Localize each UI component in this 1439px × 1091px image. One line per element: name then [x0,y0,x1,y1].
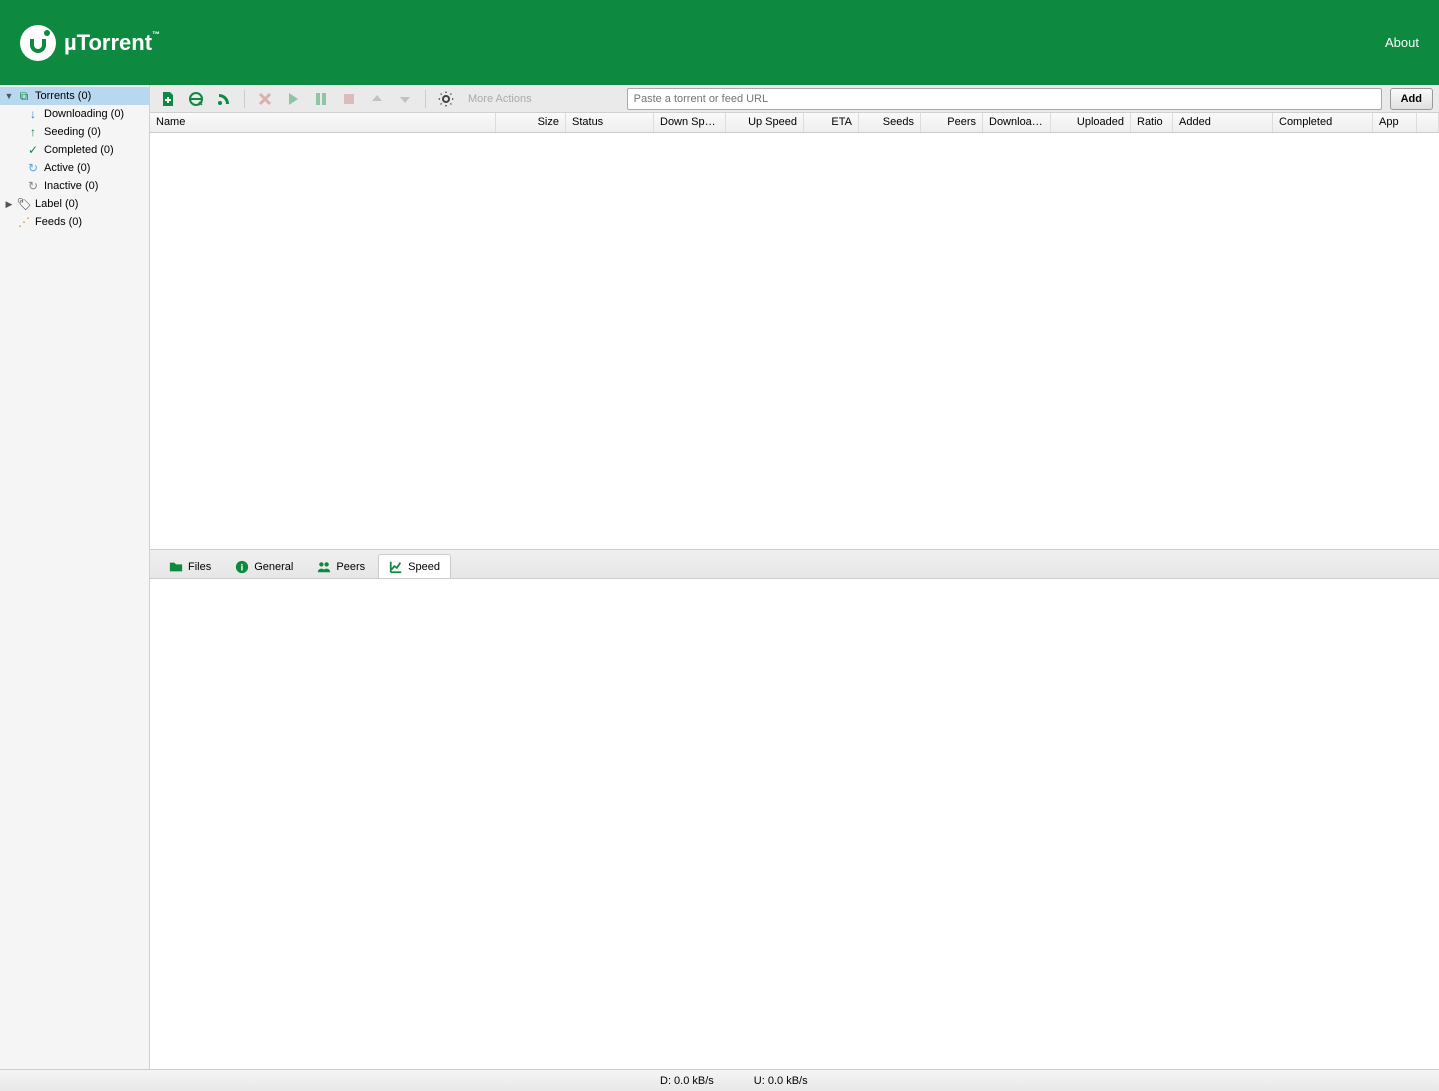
upload-arrow-icon: ↑ [26,125,40,139]
tab-peers[interactable]: Peers [306,554,376,578]
column-seeds[interactable]: Seeds [859,113,921,132]
detail-tabs: Files i General Peers Speed [150,549,1439,579]
content-area: More Actions Add Name Size Status Down S… [150,85,1439,1069]
column-added[interactable]: Added [1173,113,1273,132]
utorrent-logo-icon [20,25,56,61]
folder-icon [169,560,183,574]
add-button[interactable]: Add [1390,88,1433,110]
tag-icon: 🏷 [17,197,31,211]
sidebar-item-label: Downloading (0) [44,108,124,120]
sidebar-item-label-group[interactable]: ▶ 🏷 Label (0) [0,195,149,213]
column-app[interactable]: App [1373,113,1417,132]
link-add-icon [188,91,204,107]
column-downloaded[interactable]: Downloa… [983,113,1051,132]
tab-label: Peers [336,561,365,573]
rss-icon: ⋰ [17,215,31,229]
column-peers[interactable]: Peers [921,113,983,132]
sidebar-item-downloading[interactable]: ↓ Downloading (0) [0,105,149,123]
tab-label: Speed [408,561,440,573]
sidebar-item-label: Inactive (0) [44,180,98,192]
column-completed[interactable]: Completed [1273,113,1373,132]
play-icon [285,91,301,107]
stop-button[interactable] [337,88,361,110]
column-ratio[interactable]: Ratio [1131,113,1173,132]
gear-icon [438,91,454,107]
pause-button[interactable] [309,88,333,110]
app-logo: µTorrent™ [20,25,160,61]
chevron-down-icon [397,91,413,107]
expand-toggle-icon[interactable]: ▶ [4,199,14,209]
inactive-icon: ↻ [26,179,40,193]
tab-files[interactable]: Files [158,554,222,578]
sidebar-item-completed[interactable]: ✓ Completed (0) [0,141,149,159]
sidebar-item-seeding[interactable]: ↑ Seeding (0) [0,123,149,141]
column-size[interactable]: Size [496,113,566,132]
sidebar-item-label: Feeds (0) [35,216,82,228]
stop-icon [341,91,357,107]
rss-add-icon [216,91,232,107]
toolbar: More Actions Add [150,85,1439,113]
chevron-up-icon [369,91,385,107]
add-torrent-url-button[interactable] [184,88,208,110]
logo-text: µTorrent™ [64,30,160,56]
column-spacer [1417,113,1439,132]
peers-icon [317,560,331,574]
tab-speed[interactable]: Speed [378,554,451,578]
chart-icon [389,560,403,574]
toolbar-divider [425,90,426,108]
column-uploaded[interactable]: Uploaded [1051,113,1131,132]
torrent-url-input[interactable] [627,88,1382,110]
sidebar-item-feeds[interactable]: ⋰ Feeds (0) [0,213,149,231]
torrents-icon: ⧉ [17,89,31,103]
tab-general[interactable]: i General [224,554,304,578]
sidebar-item-label: Active (0) [44,162,90,174]
remove-icon [257,91,273,107]
spacer [4,217,14,227]
start-button[interactable] [281,88,305,110]
add-torrent-file-button[interactable] [156,88,180,110]
sidebar-item-label: Seeding (0) [44,126,101,138]
file-add-icon [160,91,176,107]
torrent-table-header: Name Size Status Down Sp… Up Speed ETA S… [150,113,1439,133]
column-status[interactable]: Status [566,113,654,132]
move-up-button[interactable] [365,88,389,110]
add-rss-button[interactable] [212,88,236,110]
info-icon: i [235,560,249,574]
status-bar: D: 0.0 kB/s U: 0.0 kB/s [0,1069,1439,1091]
sidebar-item-label: Completed (0) [44,144,114,156]
toolbar-divider [244,90,245,108]
expand-toggle-icon[interactable]: ▼ [4,91,14,101]
column-up-speed[interactable]: Up Speed [726,113,804,132]
pause-icon [313,91,329,107]
active-icon: ↻ [26,161,40,175]
column-eta[interactable]: ETA [804,113,859,132]
status-download-speed: D: 0.0 kB/s [660,1075,714,1087]
settings-button[interactable] [434,88,458,110]
sidebar-item-active[interactable]: ↻ Active (0) [0,159,149,177]
status-upload-speed: U: 0.0 kB/s [754,1075,808,1087]
tab-label: Files [188,561,211,573]
more-actions-label[interactable]: More Actions [468,93,532,105]
column-name[interactable]: Name [150,113,496,132]
download-arrow-icon: ↓ [26,107,40,121]
torrent-list[interactable] [150,133,1439,549]
sidebar-item-inactive[interactable]: ↻ Inactive (0) [0,177,149,195]
sidebar-item-label: Torrents (0) [35,90,91,102]
svg-text:i: i [241,562,244,573]
app-header: µTorrent™ About [0,0,1439,85]
column-down-speed[interactable]: Down Sp… [654,113,726,132]
sidebar-item-label: Label (0) [35,198,78,210]
move-down-button[interactable] [393,88,417,110]
sidebar: ▼ ⧉ Torrents (0) ↓ Downloading (0) ↑ See… [0,85,150,1069]
sidebar-item-torrents[interactable]: ▼ ⧉ Torrents (0) [0,87,149,105]
check-icon: ✓ [26,143,40,157]
detail-panel [150,579,1439,1069]
remove-button[interactable] [253,88,277,110]
tab-label: General [254,561,293,573]
about-link[interactable]: About [1385,35,1419,50]
